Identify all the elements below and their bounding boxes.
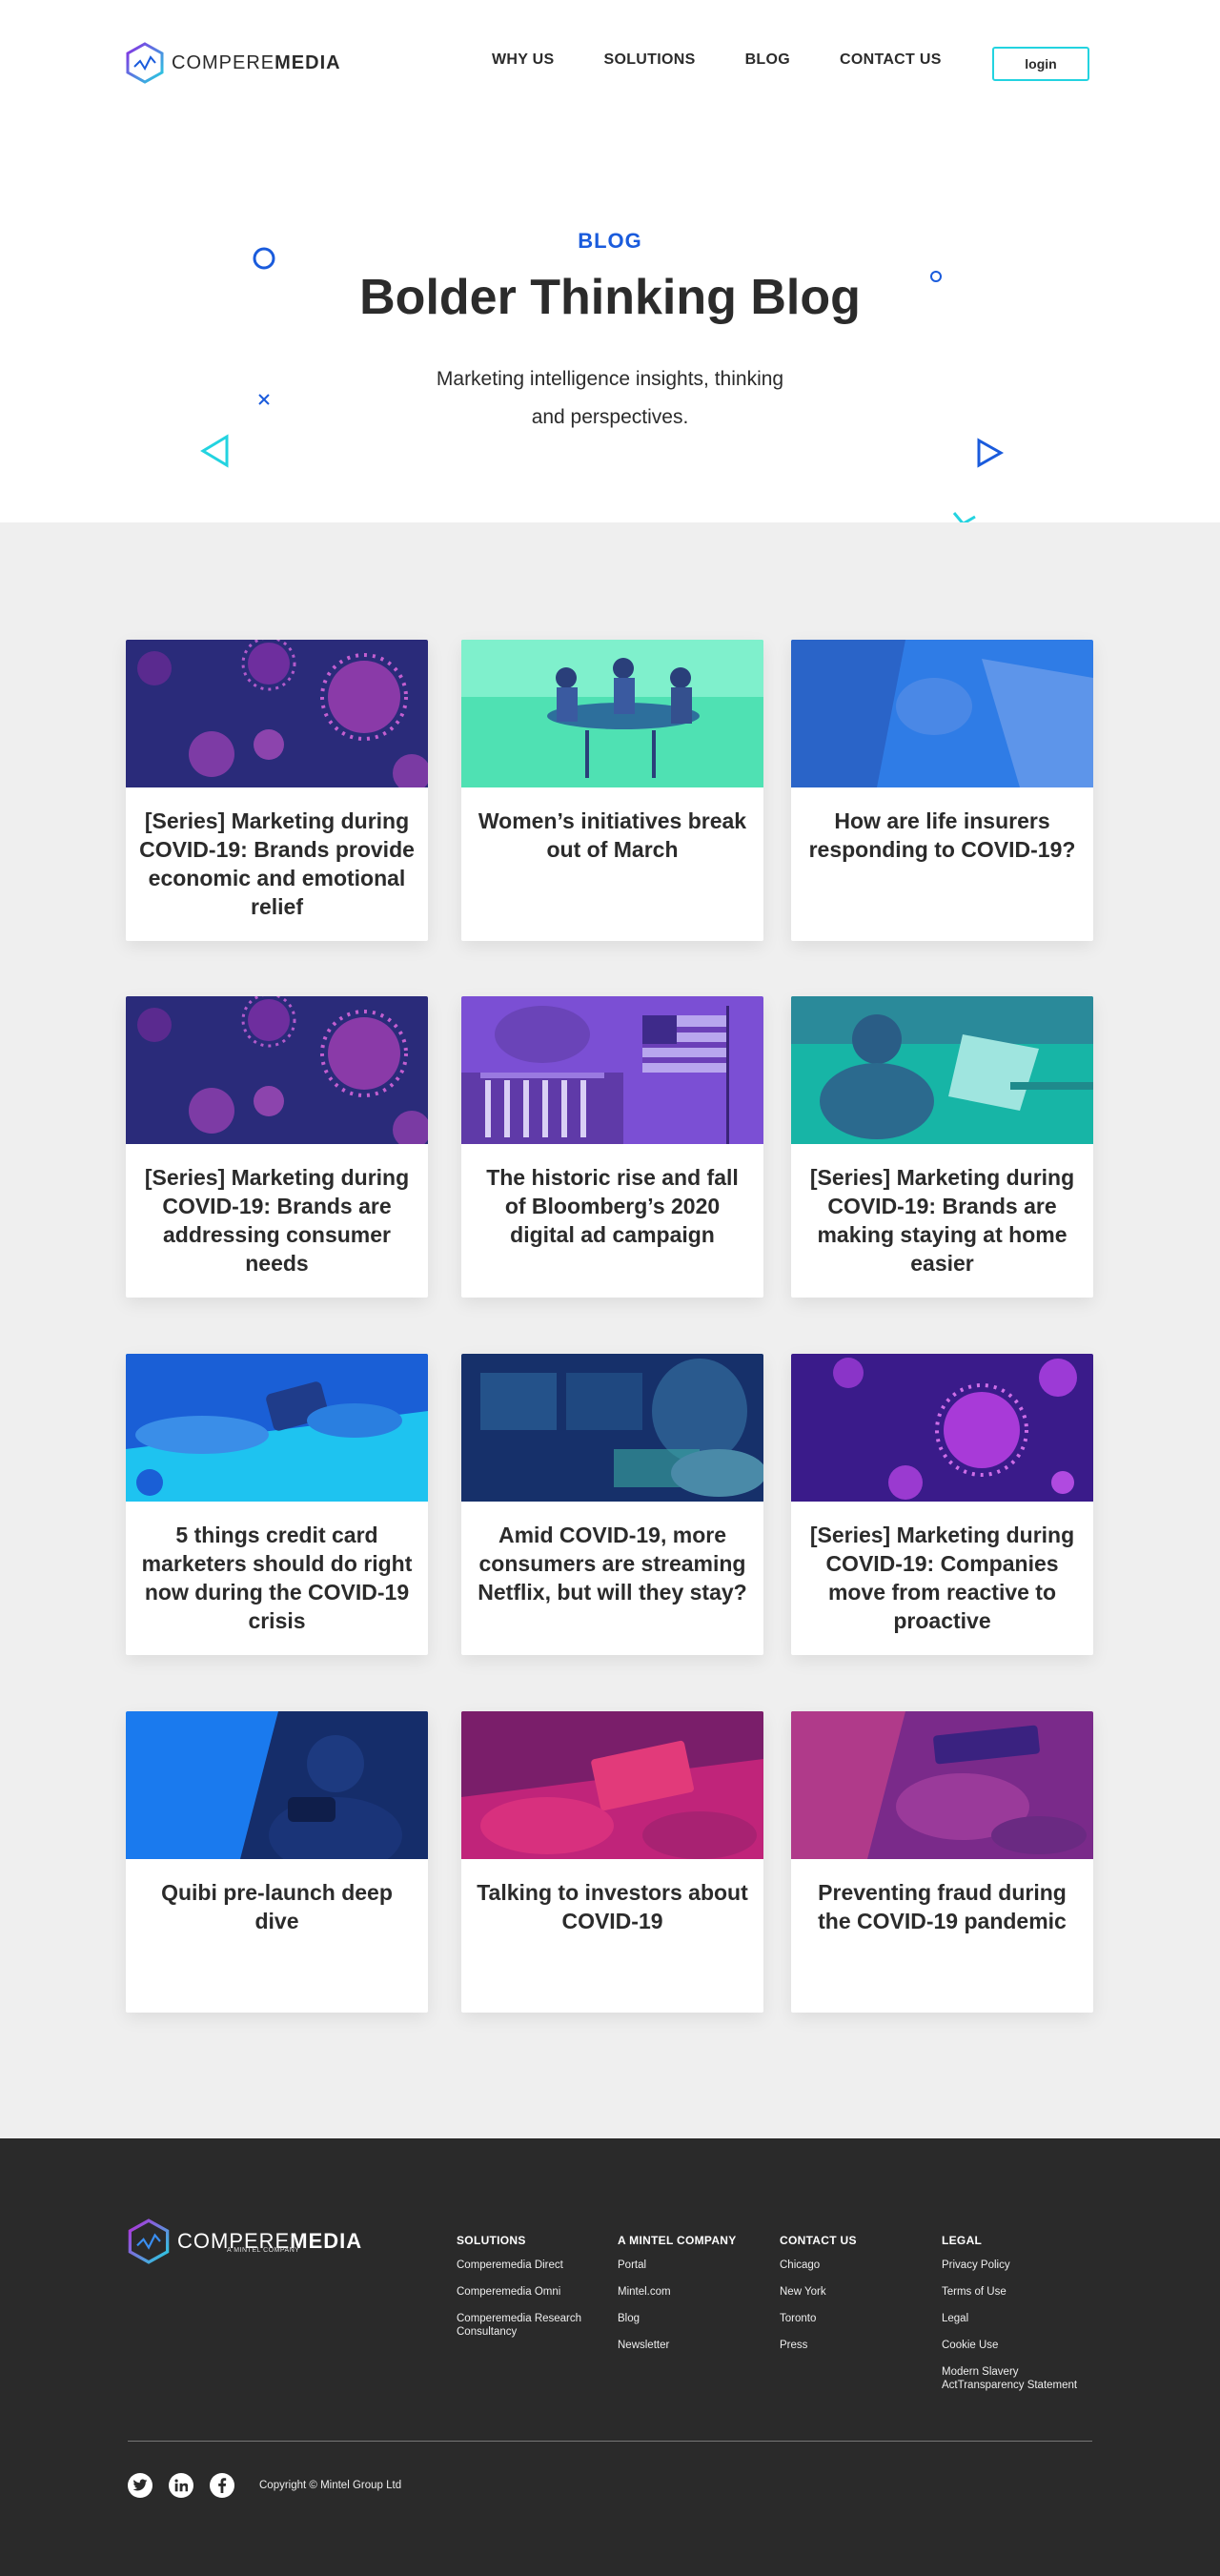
card-image: [791, 1354, 1093, 1502]
footer-col-solutions: SOLUTIONS Comperemedia Direct Comperemed…: [457, 2234, 600, 2352]
site-footer: COMPEREMEDIA A MINTEL COMPANY SOLUTIONS …: [0, 2138, 1220, 2576]
blog-card[interactable]: [Series] Marketing during COVID-19: Bran…: [126, 996, 428, 1298]
footer-col-legal: LEGAL Privacy Policy Terms of Use Legal …: [942, 2234, 1094, 2405]
card-title: [Series] Marketing during COVID-19: Bran…: [809, 1165, 1075, 1276]
hero-section: BLOG Bolder Thinking Blog Marketing inte…: [0, 124, 1220, 537]
card-title: Talking to investors about COVID-19: [477, 1880, 748, 1933]
login-button[interactable]: login: [992, 47, 1089, 81]
play-triangle-decoration-icon: [977, 438, 1005, 468]
card-image: [461, 640, 763, 787]
card-title: [Series] Marketing during COVID-19: Comp…: [809, 1523, 1075, 1633]
card-title: [Series] Marketing during COVID-19: Bran…: [144, 1165, 410, 1276]
footer-col-heading: LEGAL: [942, 2234, 983, 2247]
footer-link[interactable]: Comperemedia Direct: [457, 2259, 600, 2272]
blog-card[interactable]: Women’s initiatives break out of March: [461, 640, 763, 941]
card-image: [791, 996, 1093, 1144]
footer-logo-tagline: A MINTEL COMPANY: [227, 2247, 300, 2254]
footer-link[interactable]: New York: [780, 2285, 923, 2299]
card-title: Amid COVID-19, more consumers are stream…: [478, 1523, 747, 1605]
footer-link[interactable]: Privacy Policy: [942, 2259, 1094, 2272]
linkedin-icon[interactable]: [169, 2473, 193, 2498]
footer-link[interactable]: Portal: [618, 2259, 761, 2272]
footer-link[interactable]: Chicago: [780, 2259, 923, 2272]
copyright-text: Copyright © Mintel Group Ltd: [259, 2480, 402, 2491]
card-image: [461, 1711, 763, 1859]
page-title: Bolder Thinking Blog: [359, 270, 861, 325]
footer-link[interactable]: Blog: [618, 2312, 761, 2325]
footer-link[interactable]: Comperemedia Omni: [457, 2285, 600, 2299]
card-title: Quibi pre-launch deep dive: [161, 1880, 393, 1933]
footer-link[interactable]: Press: [780, 2339, 923, 2352]
site-header: COMPEREMEDIA WHY US SOLUTIONS BLOG CONTA…: [0, 0, 1220, 124]
card-title: [Series] Marketing during COVID-19: Bran…: [139, 808, 415, 919]
nav-contact-us[interactable]: CONTACT US: [840, 51, 942, 69]
nav-why-us[interactable]: WHY US: [492, 51, 555, 69]
card-image: [461, 996, 763, 1144]
footer-col-mintel: A MINTEL COMPANY Portal Mintel.com Blog …: [618, 2234, 761, 2365]
footer-link[interactable]: Cookie Use: [942, 2339, 1094, 2352]
blog-card[interactable]: Talking to investors about COVID-19: [461, 1711, 763, 2013]
cross-decoration-icon: [258, 394, 270, 405]
blog-card[interactable]: [Series] Marketing during COVID-19: Bran…: [126, 640, 428, 941]
card-image: [791, 640, 1093, 787]
nav-blog[interactable]: BLOG: [745, 51, 790, 69]
card-image: [461, 1354, 763, 1502]
footer-link[interactable]: Mintel.com: [618, 2285, 761, 2299]
card-image: [791, 1711, 1093, 1859]
card-title: 5 things credit card marketers should do…: [141, 1523, 413, 1633]
footer-col-heading: CONTACT US: [780, 2234, 857, 2247]
card-title: Women’s initiatives break out of March: [478, 808, 747, 862]
card-title: The historic rise and fall of Bloomberg’…: [486, 1165, 739, 1247]
twitter-icon[interactable]: [128, 2473, 152, 2498]
card-image: [126, 1354, 428, 1502]
card-image: [126, 996, 428, 1144]
blog-card[interactable]: 5 things credit card marketers should do…: [126, 1354, 428, 1655]
footer-logo[interactable]: COMPEREMEDIA: [128, 2218, 362, 2264]
triangle-decoration-icon: [200, 434, 229, 468]
footer-divider: [128, 2441, 1092, 2442]
footer-link[interactable]: Terms of Use: [942, 2285, 1094, 2299]
logo-text: COMPEREMEDIA: [172, 51, 341, 73]
blog-card[interactable]: How are life insurers responding to COVI…: [791, 640, 1093, 941]
logo-hexagon-icon: [128, 2218, 170, 2264]
footer-col-heading: A MINTEL COMPANY: [618, 2234, 737, 2247]
blog-card[interactable]: Amid COVID-19, more consumers are stream…: [461, 1354, 763, 1655]
blog-card[interactable]: [Series] Marketing during COVID-19: Bran…: [791, 996, 1093, 1298]
blog-card[interactable]: Preventing fraud during the COVID-19 pan…: [791, 1711, 1093, 2013]
footer-link[interactable]: Comperemedia Research Consultancy: [457, 2312, 600, 2339]
footer-link[interactable]: Legal: [942, 2312, 1094, 2325]
blog-grid: [Series] Marketing during COVID-19: Bran…: [0, 522, 1220, 2138]
footer-link[interactable]: Toronto: [780, 2312, 923, 2325]
footer-col-heading: SOLUTIONS: [457, 2234, 526, 2247]
blog-card[interactable]: The historic rise and fall of Bloomberg’…: [461, 996, 763, 1298]
footer-col-contact: CONTACT US Chicago New York Toronto Pres…: [780, 2234, 923, 2365]
footer-link[interactable]: Modern Slavery ActTransparency Statement: [942, 2365, 1094, 2392]
blog-card[interactable]: Quibi pre-launch deep dive: [126, 1711, 428, 2013]
card-title: Preventing fraud during the COVID-19 pan…: [818, 1880, 1067, 1933]
nav-solutions[interactable]: SOLUTIONS: [604, 51, 696, 69]
logo-hexagon-icon: [126, 42, 164, 84]
main-nav: WHY US SOLUTIONS BLOG CONTACT US: [492, 51, 991, 69]
footer-link[interactable]: Newsletter: [618, 2339, 761, 2352]
blog-card[interactable]: [Series] Marketing during COVID-19: Comp…: [791, 1354, 1093, 1655]
site-logo[interactable]: COMPEREMEDIA: [126, 42, 341, 84]
hero-eyebrow: BLOG: [578, 229, 642, 253]
card-title: How are life insurers responding to COVI…: [808, 808, 1076, 862]
facebook-icon[interactable]: [210, 2473, 234, 2498]
card-image: [126, 1711, 428, 1859]
hero-subtitle: Marketing intelligence insights, thinkin…: [436, 368, 784, 428]
card-image: [126, 640, 428, 787]
